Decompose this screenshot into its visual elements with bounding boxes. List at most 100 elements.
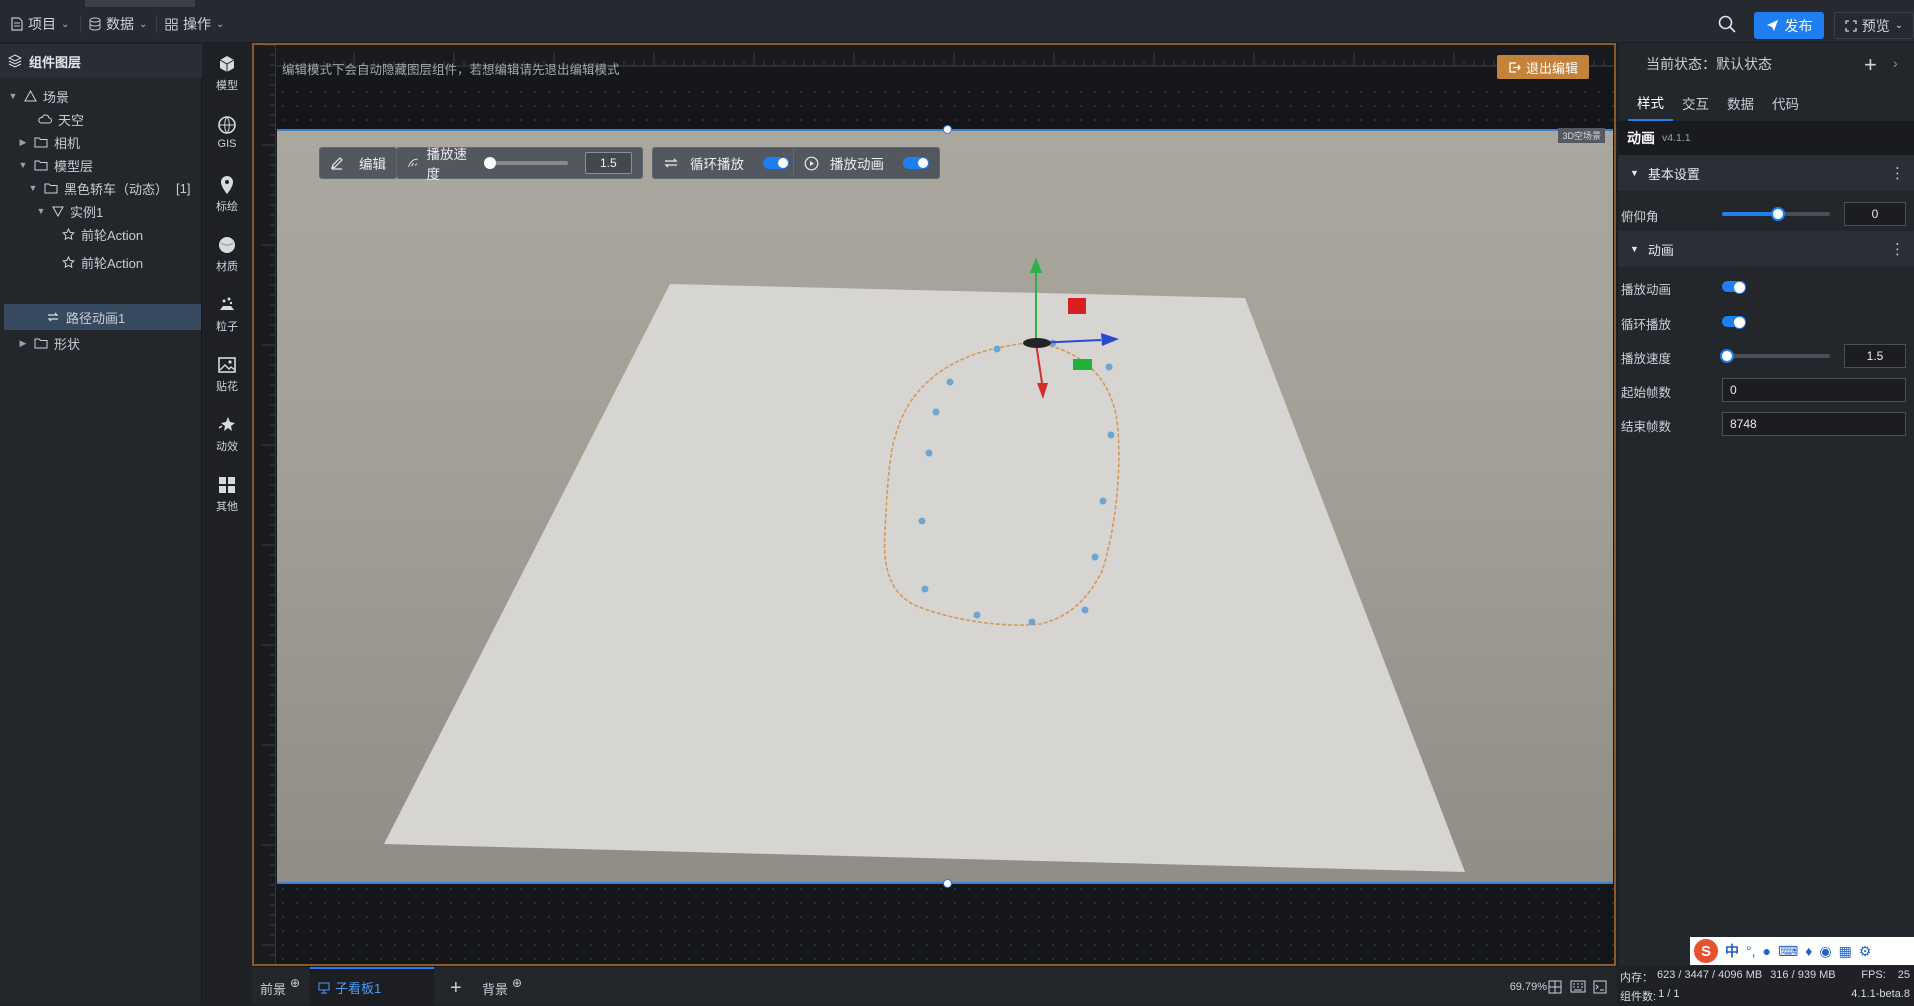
path-control-point[interactable] <box>925 449 933 457</box>
apps-icon[interactable]: ▦ <box>1839 943 1852 960</box>
section-animation[interactable]: ▼ 动画 ⋮ <box>1618 231 1914 267</box>
tool-effect[interactable]: 动效 <box>203 415 251 465</box>
game-icon[interactable]: ◉ <box>1819 943 1831 960</box>
punctuation-icon[interactable]: °, <box>1746 943 1756 959</box>
gizmo-plane-xy[interactable] <box>1068 298 1086 314</box>
tool-gis[interactable]: GIS <box>203 115 251 165</box>
path-control-point[interactable] <box>946 378 954 386</box>
tree-node-shape[interactable]: ▶ 形状 <box>18 330 218 356</box>
expand-icon[interactable]: ▶ <box>18 338 28 349</box>
play-anim-toggle[interactable] <box>1722 281 1746 294</box>
state-value[interactable]: 默认状态 <box>1716 54 1772 74</box>
path-control-point[interactable] <box>973 611 981 619</box>
fit-screen-icon[interactable] <box>1548 980 1562 994</box>
tab-sub-board[interactable]: 子看板1 <box>310 967 434 1006</box>
tab-background[interactable]: 背景 ⊕ <box>482 975 522 1001</box>
canvas-viewport[interactable]: 编辑模式下会自动隐藏图层组件，若想编辑请先退出编辑模式 退出编辑 3D空场景 编… <box>252 43 1616 966</box>
path-control-point[interactable] <box>1107 431 1115 439</box>
car-model[interactable] <box>1023 338 1051 348</box>
play-toggle[interactable] <box>903 157 929 169</box>
collapse-icon[interactable]: ▼ <box>1630 244 1639 254</box>
tool-other[interactable]: 其他 <box>203 475 251 525</box>
terminal-icon[interactable] <box>1593 980 1607 994</box>
add-state-icon[interactable]: + <box>1864 52 1877 78</box>
settings-icon[interactable]: ⚙ <box>1859 943 1872 960</box>
speed-slider-knob[interactable] <box>1720 349 1734 363</box>
speed-input[interactable]: 1.5 <box>1844 344 1906 368</box>
resize-handle-bottom[interactable] <box>943 879 952 888</box>
scene-canvas[interactable] <box>277 131 1613 886</box>
tool-decal[interactable]: 贴花 <box>203 355 251 405</box>
chevron-right-icon[interactable]: › <box>1893 55 1898 71</box>
tab-foreground[interactable]: 前景 ⊕ <box>260 975 300 1001</box>
speed-input[interactable]: 1.5 <box>584 152 632 174</box>
more-icon[interactable]: ⋮ <box>1890 164 1905 182</box>
path-control-point[interactable] <box>1099 497 1107 505</box>
microphone-icon[interactable]: ● <box>1763 943 1771 959</box>
pitch-input[interactable]: 0 <box>1844 202 1906 226</box>
search-icon[interactable] <box>1718 15 1736 33</box>
expand-icon[interactable]: ▶ <box>18 137 28 148</box>
add-circle-icon[interactable]: ⊕ <box>290 976 300 990</box>
keyboard-icon[interactable] <box>1570 980 1586 993</box>
ime-mode[interactable]: 中 <box>1725 941 1739 961</box>
keyboard-icon[interactable]: ⌨ <box>1778 943 1798 960</box>
loop-toggle[interactable] <box>1722 316 1746 329</box>
tool-model[interactable]: 模型 <box>203 54 251 104</box>
path-control-point[interactable] <box>1081 606 1089 614</box>
tool-particle[interactable]: 粒子 <box>203 295 251 345</box>
tab-interaction[interactable]: 交互 <box>1673 85 1718 121</box>
component-title: 动画 v4.1.1 <box>1618 121 1914 155</box>
loop-control[interactable]: 循环播放 <box>652 147 800 179</box>
speed-slider[interactable] <box>1720 349 1830 363</box>
status-bar: 内存： 623 / 3447 / 4096 MB 316 / 939 MB FP… <box>1617 966 1914 1005</box>
publish-button[interactable]: 发布 <box>1754 12 1824 39</box>
section-basic-settings[interactable]: ▼ 基本设置 ⋮ <box>1618 155 1914 191</box>
gizmo-plane-xz[interactable] <box>1073 359 1092 370</box>
path-control-point[interactable] <box>1028 618 1036 626</box>
path-control-point[interactable] <box>993 345 1001 353</box>
resize-handle-top[interactable] <box>943 125 952 134</box>
add-board-button[interactable]: + <box>450 975 462 1001</box>
path-control-point[interactable] <box>1105 363 1113 371</box>
tree-node-path-animation[interactable]: 路径动画1 <box>4 304 201 330</box>
tab-style[interactable]: 样式 <box>1628 85 1673 121</box>
path-control-point[interactable] <box>918 517 926 525</box>
more-icon[interactable]: ⋮ <box>1890 240 1905 258</box>
skin-icon[interactable]: ♦ <box>1805 943 1812 959</box>
menu-data[interactable]: 数据 ⌄ <box>89 14 147 34</box>
speed-slider-knob[interactable] <box>483 157 496 169</box>
pitch-slider[interactable] <box>1722 207 1830 221</box>
path-control-point[interactable] <box>932 408 940 416</box>
gizmo-y-arrow[interactable] <box>1030 257 1042 273</box>
preview-button[interactable]: 预览 ⌄ <box>1834 12 1914 39</box>
menu-operation[interactable]: 操作 ⌄ <box>165 14 224 34</box>
tab-data[interactable]: 数据 <box>1718 85 1763 121</box>
expand-icon[interactable]: ▼ <box>18 160 28 170</box>
path-control-point[interactable] <box>1091 553 1099 561</box>
tool-label: 模型 <box>216 80 238 92</box>
expand-icon[interactable]: ▼ <box>28 183 38 193</box>
path-control-point[interactable] <box>921 585 929 593</box>
add-circle-icon[interactable]: ⊕ <box>512 976 522 990</box>
tool-material[interactable]: 材质 <box>203 235 251 285</box>
tab-code[interactable]: 代码 <box>1763 85 1808 121</box>
pitch-slider-knob[interactable] <box>1771 207 1785 221</box>
collapse-icon[interactable]: ▼ <box>1630 168 1639 178</box>
scene-3d[interactable]: 3D空场景 编辑 播放速度 1.5 循环播放 播放动画 <box>277 128 1613 886</box>
speed-slider[interactable] <box>483 157 568 169</box>
speed-control[interactable]: 播放速度 1.5 <box>396 147 643 182</box>
menu-project[interactable]: 项目 ⌄ <box>11 14 69 34</box>
loop-toggle[interactable] <box>763 157 789 169</box>
ime-toolbar[interactable]: S 中 °, ● ⌨ ♦ ◉ ▦ ⚙ <box>1690 937 1914 965</box>
expand-icon[interactable]: ▼ <box>36 206 46 216</box>
tree-node-label: 路径动画1 <box>66 310 126 326</box>
exit-edit-button[interactable]: 退出编辑 <box>1497 55 1589 79</box>
end-frame-input[interactable]: 8748 <box>1722 412 1906 436</box>
start-frame-input[interactable]: 0 <box>1722 378 1906 402</box>
edit-button[interactable]: 编辑 <box>319 147 397 179</box>
tool-plot[interactable]: 标绘 <box>203 175 251 225</box>
play-control[interactable]: 播放动画 <box>793 147 940 179</box>
expand-icon[interactable]: ▼ <box>8 91 18 101</box>
zoom-level[interactable]: 69.79% <box>1510 981 1547 993</box>
